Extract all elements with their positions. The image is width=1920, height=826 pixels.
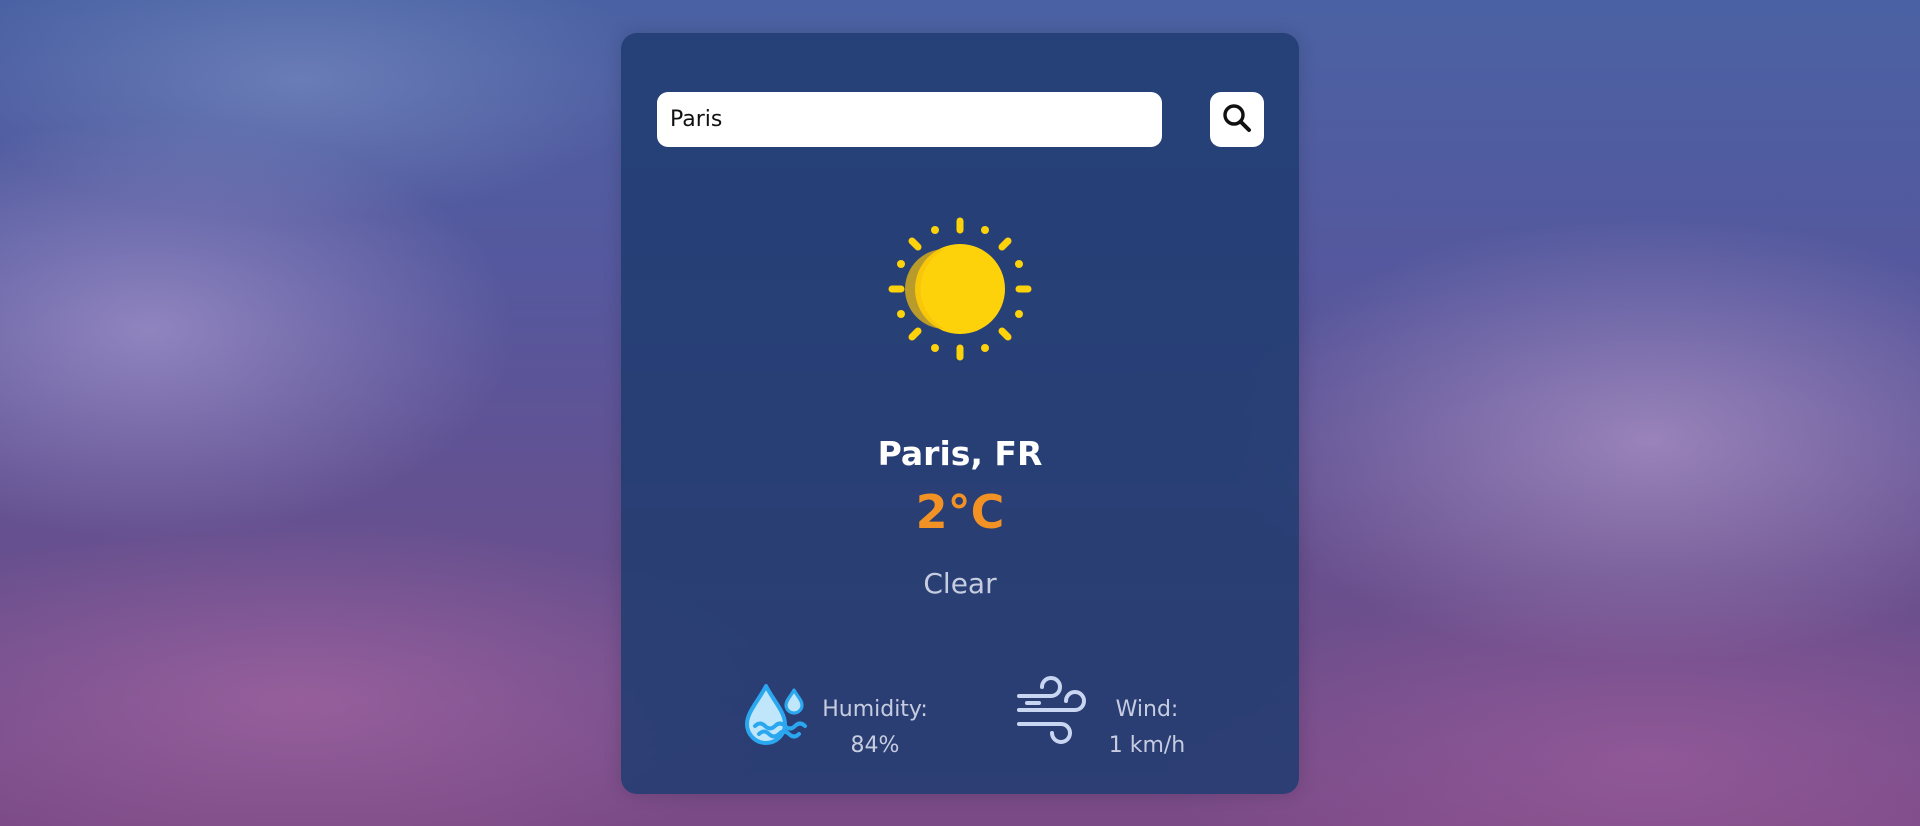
humidity-icon <box>741 678 811 752</box>
wind-value: 1 km/h <box>1108 733 1186 758</box>
location-name: Paris, FR <box>877 434 1043 473</box>
sun-icon <box>887 216 1033 362</box>
temperature-value: 2°C <box>915 485 1005 539</box>
weather-condition: Clear <box>923 567 997 600</box>
city-search-input[interactable] <box>657 92 1162 147</box>
search-icon <box>1221 102 1253 137</box>
wind-label: Wind: <box>1115 697 1179 722</box>
humidity-label: Humidity: <box>822 697 928 722</box>
weather-card: Paris, FR 2°C Clear Humidity: 84% Wind: … <box>621 33 1299 794</box>
humidity-stat: Humidity: 84% <box>820 692 930 764</box>
wind-icon <box>1015 674 1089 752</box>
wind-stat: Wind: 1 km/h <box>1102 692 1192 764</box>
humidity-value: 84% <box>850 733 900 758</box>
search-button[interactable] <box>1210 92 1264 147</box>
